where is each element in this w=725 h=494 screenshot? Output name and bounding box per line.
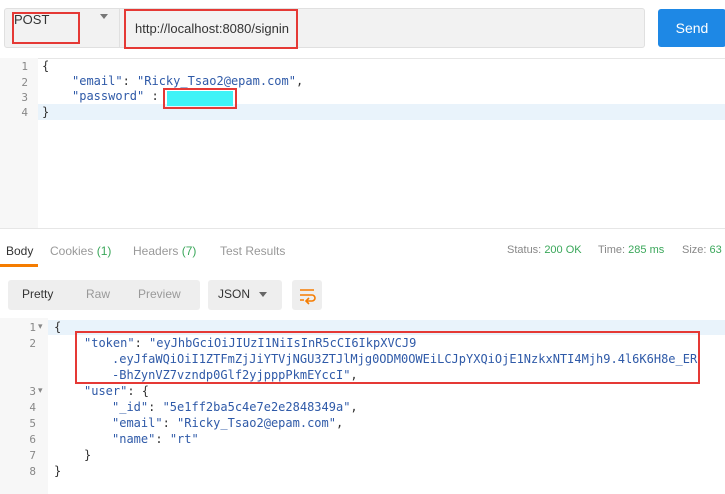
json-comma: , (335, 416, 344, 430)
json-key: "password" (72, 89, 145, 103)
json-string: "Ricky_Tsao2@epam.com" (137, 74, 296, 88)
json-sep: : (122, 74, 138, 88)
tab-cookies-count: (1) (96, 244, 112, 258)
json-key: "user" (84, 384, 128, 398)
line-number: 6 (29, 433, 36, 446)
tab-cookies-label: Cookies (50, 244, 94, 258)
json-key: "_id" (112, 400, 149, 414)
json-line-name: "name": "rt" (112, 432, 199, 446)
code-brace-close: } (42, 105, 50, 119)
status-readout: Status: 200 OK (507, 244, 582, 256)
json-line-email: "email": "Ricky_Tsao2@epam.com", (112, 416, 343, 430)
json-sep: : { (127, 384, 150, 398)
time-readout: Time: 285 ms (598, 244, 664, 256)
code-line-password: "password" : (72, 89, 166, 103)
json-key: "email" (72, 74, 123, 88)
active-tab-underline (0, 264, 38, 267)
current-line-highlight (0, 104, 725, 120)
status-label: Status: (507, 244, 542, 256)
line-number: 1 (29, 321, 36, 334)
json-key: "name" (112, 432, 156, 446)
tab-test-results[interactable]: Test Results (220, 244, 285, 258)
json-user-close: } (84, 448, 92, 462)
size-value: 63 (709, 244, 722, 256)
tab-body[interactable]: Body (6, 244, 33, 258)
chevron-down-icon[interactable] (100, 14, 108, 19)
status-value: 200 OK (544, 244, 582, 256)
view-pretty-button[interactable]: Pretty (22, 287, 53, 301)
wrap-lines-icon (300, 289, 316, 305)
tab-cookies[interactable]: Cookies (1) (50, 244, 111, 258)
json-comma: , (350, 400, 358, 414)
json-line-id: "_id": "5e1ff2ba5c4e7e2e2848349a", (112, 400, 358, 414)
fold-caret-icon[interactable]: ▾ (38, 322, 43, 332)
line-number: 8 (29, 465, 36, 478)
line-number: 4 (29, 401, 36, 414)
json-sep: : (148, 400, 163, 414)
tab-headers[interactable]: Headers (7) (133, 244, 196, 258)
time-value: 285 ms (628, 244, 665, 256)
line-number: 1 (21, 60, 28, 73)
line-number: 2 (29, 337, 36, 350)
line-number: 5 (29, 417, 36, 430)
json-brace-open: { (54, 320, 62, 334)
json-sep: : (155, 432, 170, 446)
line-number: 3 (29, 385, 36, 398)
size-readout: Size: 63 (682, 244, 722, 256)
json-comma: , (295, 74, 304, 88)
json-sep: : (162, 416, 178, 430)
line-number: 3 (21, 91, 28, 104)
fold-caret-icon[interactable]: ▾ (38, 386, 43, 396)
view-preview-button[interactable]: Preview (138, 287, 181, 301)
line-number: 7 (29, 449, 36, 462)
format-label: JSON (218, 287, 251, 301)
json-string: "rt" (169, 432, 199, 446)
size-label: Size: (682, 244, 707, 256)
json-line-user: "user": { (84, 384, 149, 398)
json-string: "Ricky_Tsao2@epam.com" (177, 416, 336, 430)
chevron-down-icon[interactable] (259, 292, 267, 297)
json-string: "5e1ff2ba5c4e7e2e2848349a" (162, 400, 351, 414)
password-highlight-box (163, 88, 237, 109)
token-highlight-box (75, 331, 700, 384)
time-label: Time: (598, 244, 626, 256)
tab-headers-count: (7) (181, 244, 197, 258)
method-highlight-box (12, 12, 80, 44)
response-divider (0, 228, 725, 239)
tab-headers-label: Headers (133, 244, 179, 258)
code-brace-open: { (42, 59, 50, 73)
view-raw-button[interactable]: Raw (86, 287, 110, 301)
url-highlight-box (124, 9, 298, 49)
code-line-email: "email": "Ricky_Tsao2@epam.com", (72, 74, 303, 88)
line-number: 4 (21, 106, 28, 119)
json-brace-close: } (54, 464, 62, 478)
json-key: "email" (112, 416, 163, 430)
line-number: 2 (21, 76, 28, 89)
wrap-lines-button[interactable] (292, 280, 322, 310)
send-button[interactable]: Send (658, 9, 725, 47)
